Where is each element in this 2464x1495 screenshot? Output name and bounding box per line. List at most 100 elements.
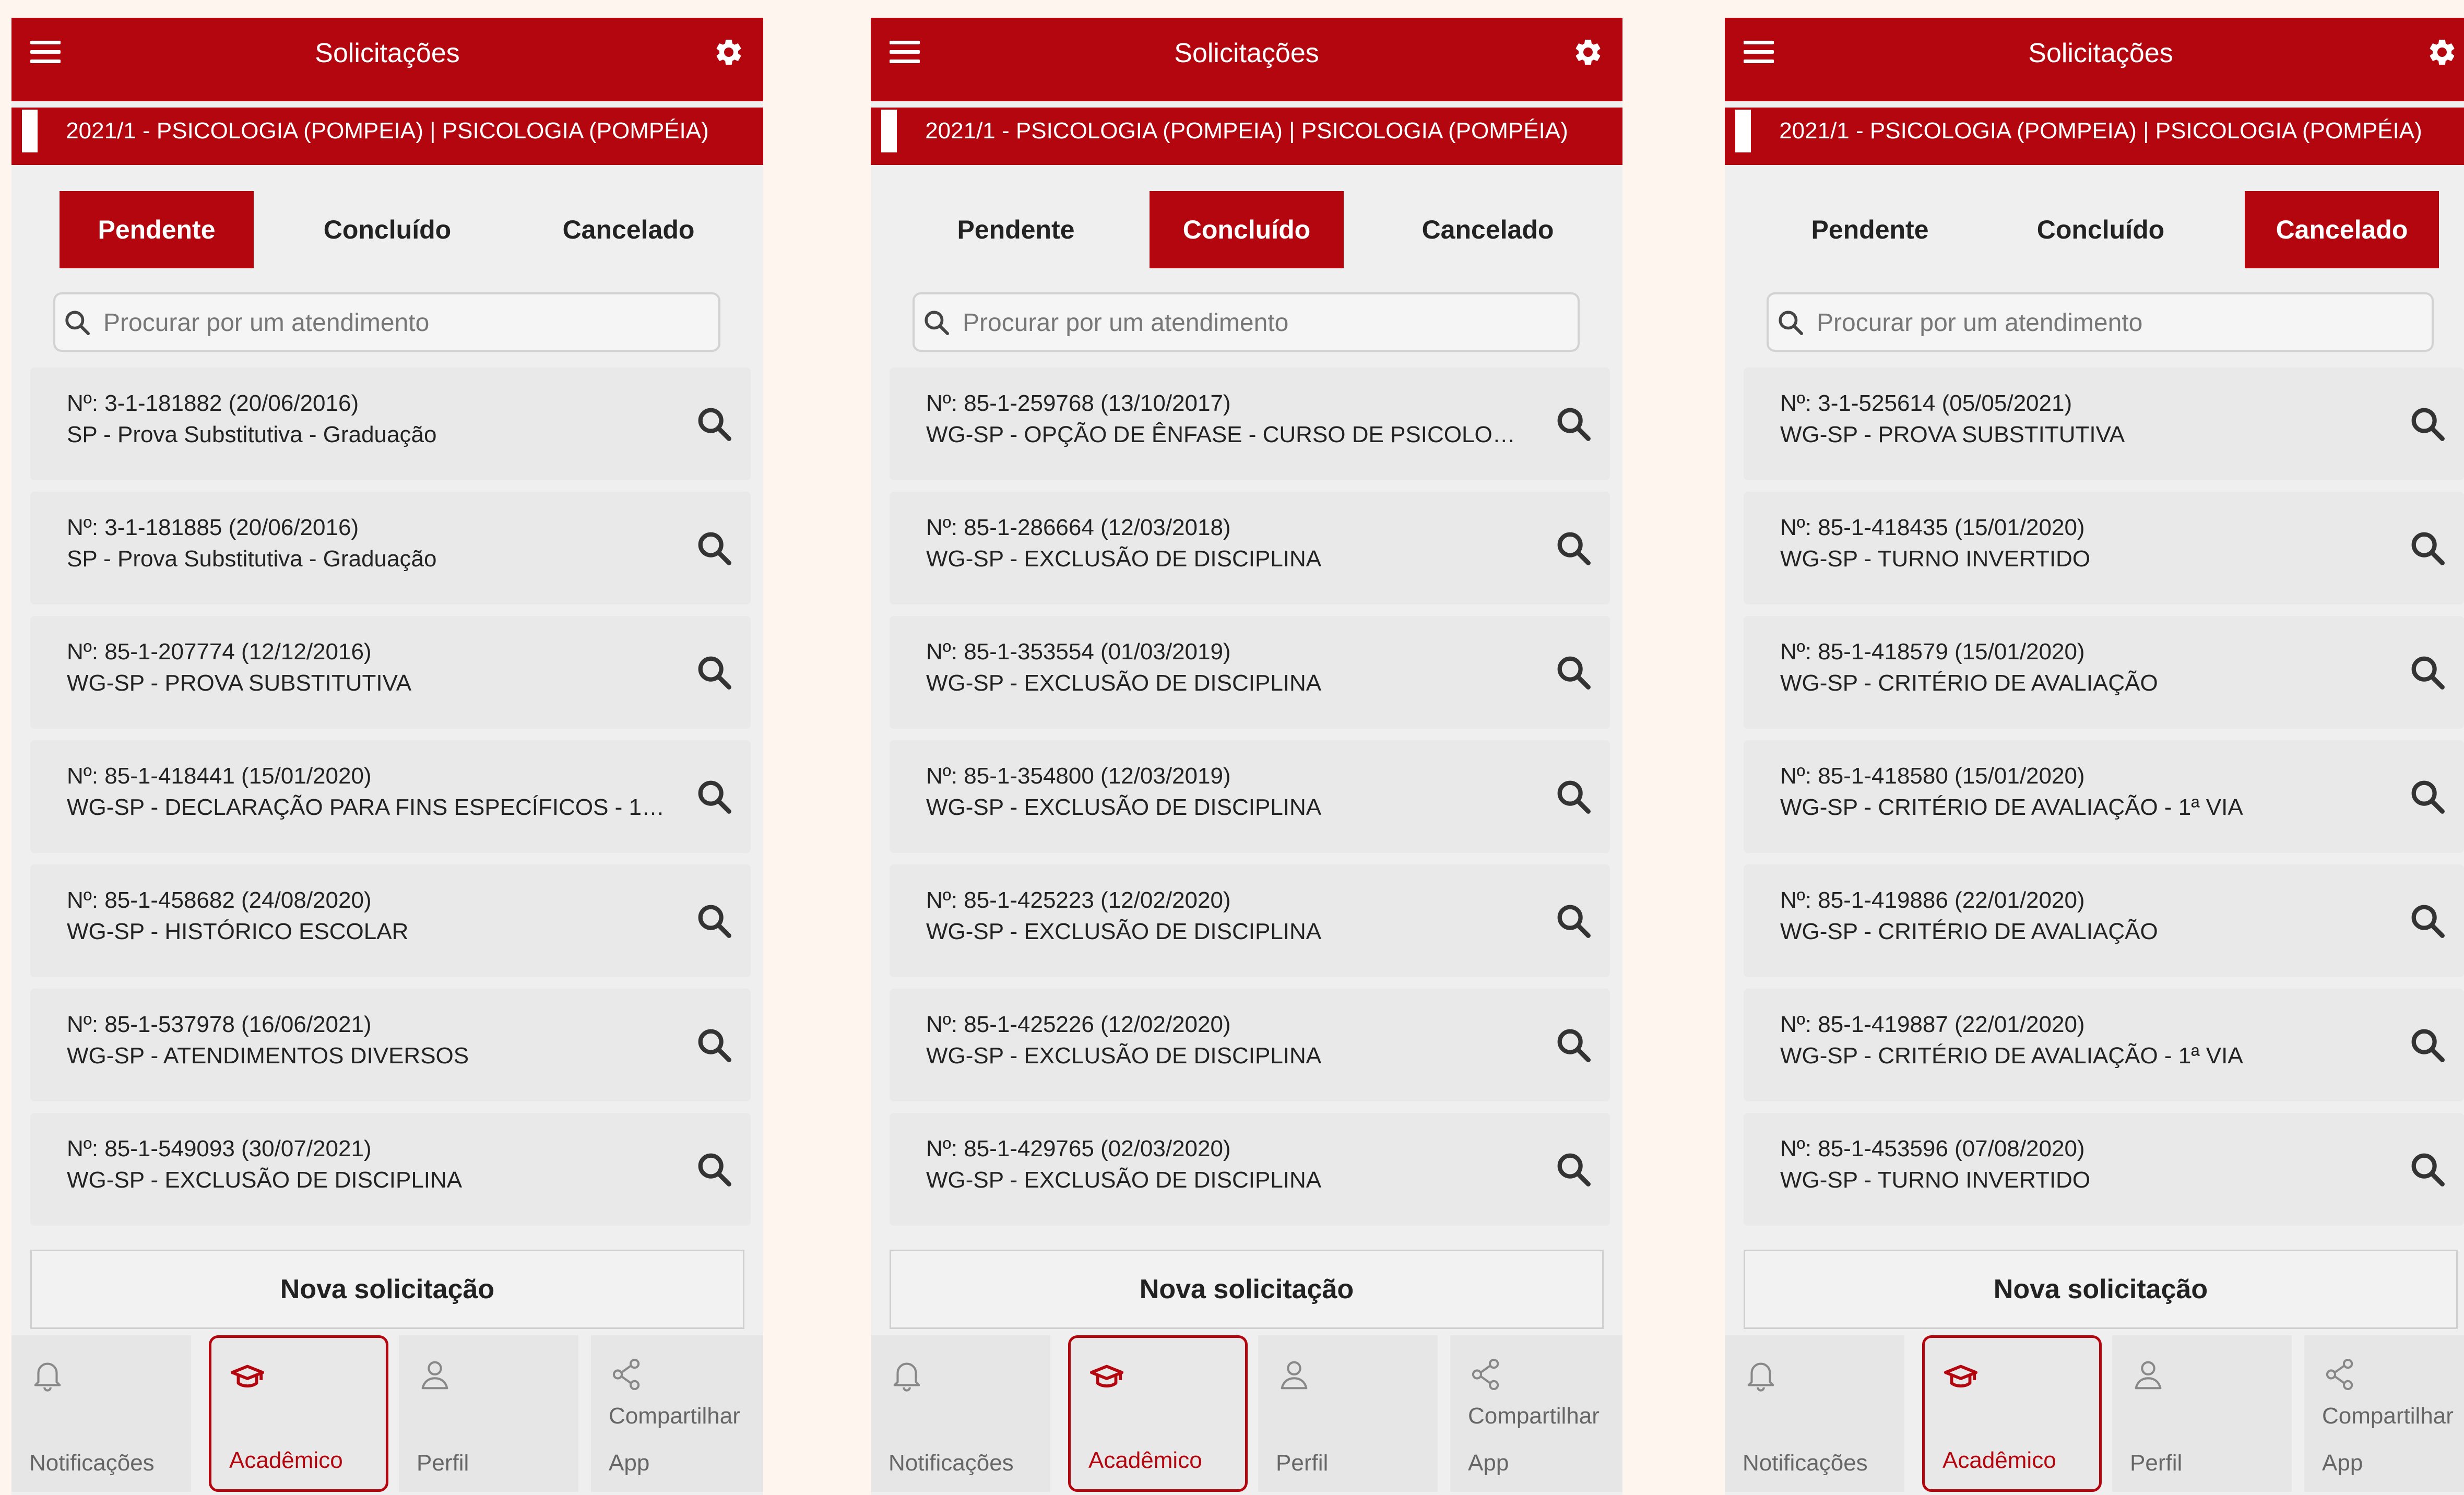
search-icon[interactable] [1554,404,1593,444]
request-number: Nº: 3-1-525614 (05/05/2021) [1780,390,2072,416]
nav-share[interactable]: Compartilhar App [1450,1335,1622,1492]
request-item[interactable]: Nº: 85-1-286664 (12/03/2018) WG-SP - EXC… [890,492,1610,604]
request-item[interactable]: Nº: 85-1-259768 (13/10/2017) WG-SP - OPÇ… [890,367,1610,480]
request-item[interactable]: Nº: 85-1-207774 (12/12/2016) WG-SP - PRO… [30,616,751,729]
search-icon[interactable] [2408,528,2447,568]
request-item[interactable]: Nº: 85-1-429765 (02/03/2020) WG-SP - EXC… [890,1113,1610,1226]
tab-pendente[interactable]: Pendente [919,191,1113,268]
request-description: SP - Prova Substitutiva - Graduação [67,422,437,447]
tab-pendente[interactable]: Pendente [1773,191,1967,268]
new-request-button[interactable]: Nova solicitação [1744,1250,2458,1329]
search-icon [1779,311,1804,336]
search-input[interactable] [962,301,1569,345]
tab-concluido[interactable]: Concluído [1150,191,1344,268]
nav-notifications[interactable]: Notificações [1725,1335,1904,1492]
request-item[interactable]: Nº: 85-1-353554 (01/03/2019) WG-SP - EXC… [890,616,1610,729]
tab-concluido[interactable]: Concluído [2004,191,2198,268]
gear-icon[interactable] [2426,37,2458,68]
search-icon[interactable] [694,1025,734,1065]
search-icon[interactable] [2408,1149,2447,1189]
search-icon[interactable] [2408,777,2447,816]
tab-pendente[interactable]: Pendente [60,191,254,268]
request-item[interactable]: Nº: 85-1-419887 (22/01/2020) WG-SP - CRI… [1744,989,2464,1101]
search-icon[interactable] [694,404,734,444]
nav-profile[interactable]: Perfil [399,1335,578,1492]
request-item[interactable]: Nº: 85-1-418441 (15/01/2020) WG-SP - DEC… [30,740,751,853]
search-icon[interactable] [694,528,734,568]
nav-academic[interactable]: Acadêmico [209,1335,388,1492]
nav-profile[interactable]: Perfil [1258,1335,1438,1492]
request-item[interactable]: Nº: 85-1-418579 (15/01/2020) WG-SP - CRI… [1744,616,2464,729]
gear-icon[interactable] [713,37,744,68]
nav-label: Acadêmico [1088,1447,1202,1473]
app-header: Solicitações [11,18,763,101]
nav-label: Perfil [1276,1450,1329,1476]
search-icon[interactable] [1554,1025,1593,1065]
search-input[interactable] [102,301,710,345]
nav-profile[interactable]: Perfil [2112,1335,2292,1492]
course-selector[interactable]: 2021/1 - PSICOLOGIA (POMPEIA) | PSICOLOG… [871,108,1622,165]
request-item[interactable]: Nº: 85-1-453596 (07/08/2020) WG-SP - TUR… [1744,1113,2464,1226]
gear-icon[interactable] [1572,37,1604,68]
search-icon[interactable] [2408,1025,2447,1065]
phone-screen-2: Solicitações 2021/1 - PSICOLOGIA (POMPEI… [871,18,1622,1495]
search-icon[interactable] [694,1149,734,1189]
course-label: 2021/1 - PSICOLOGIA (POMPEIA) | PSICOLOG… [925,118,1568,144]
page-title: Solicitações [1174,38,1319,68]
search-icon[interactable] [2408,404,2447,444]
nav-share[interactable]: Compartilhar App [2304,1335,2464,1492]
request-item[interactable]: Nº: 85-1-458682 (24/08/2020) WG-SP - HIS… [30,864,751,977]
search-icon[interactable] [1554,901,1593,941]
request-description: WG-SP - OPÇÃO DE ÊNFASE - CURSO DE PSICO… [926,422,1532,447]
course-selector[interactable]: 2021/1 - PSICOLOGIA (POMPEIA) | PSICOLOG… [11,108,763,165]
request-item[interactable]: Nº: 85-1-419886 (22/01/2020) WG-SP - CRI… [1744,864,2464,977]
tab-concluido[interactable]: Concluído [290,191,484,268]
search-icon[interactable] [694,652,734,692]
nav-academic[interactable]: Acadêmico [1922,1335,2102,1492]
request-number: Nº: 85-1-549093 (30/07/2021) [67,1136,372,1161]
request-item[interactable]: Nº: 3-1-181882 (20/06/2016) SP - Prova S… [30,367,751,480]
request-item[interactable]: Nº: 85-1-549093 (30/07/2021) WG-SP - EXC… [30,1113,751,1226]
request-list: Nº: 3-1-525614 (05/05/2021) WG-SP - PROV… [1744,367,2464,1237]
search-field[interactable] [53,292,720,352]
request-item[interactable]: Nº: 85-1-354800 (12/03/2019) WG-SP - EXC… [890,740,1610,853]
nav-label: Perfil [417,1450,469,1476]
request-item[interactable]: Nº: 3-1-525614 (05/05/2021) WG-SP - PROV… [1744,367,2464,480]
search-icon[interactable] [2408,901,2447,941]
request-item[interactable]: Nº: 85-1-425223 (12/02/2020) WG-SP - EXC… [890,864,1610,977]
nav-academic[interactable]: Acadêmico [1068,1335,1248,1492]
nav-label: Acadêmico [229,1447,343,1473]
tab-cancelado[interactable]: Cancelado [1391,191,1585,268]
request-item[interactable]: Nº: 85-1-418435 (15/01/2020) WG-SP - TUR… [1744,492,2464,604]
search-icon[interactable] [1554,777,1593,816]
request-description: WG-SP - ATENDIMENTOS DIVERSOS [67,1043,469,1069]
search-field[interactable] [1767,292,2434,352]
tab-cancelado[interactable]: Cancelado [531,191,726,268]
request-number: Nº: 3-1-181885 (20/06/2016) [67,515,359,540]
search-icon[interactable] [1554,652,1593,692]
request-item[interactable]: Nº: 85-1-425226 (12/02/2020) WG-SP - EXC… [890,989,1610,1101]
request-number: Nº: 85-1-286664 (12/03/2018) [926,515,1231,540]
tab-cancelado[interactable]: Cancelado [2245,191,2439,268]
search-icon[interactable] [1554,1149,1593,1189]
nav-share[interactable]: Compartilhar App [591,1335,763,1492]
search-icon[interactable] [1554,528,1593,568]
request-item[interactable]: Nº: 85-1-537978 (16/06/2021) WG-SP - ATE… [30,989,751,1101]
course-selector[interactable]: 2021/1 - PSICOLOGIA (POMPEIA) | PSICOLOG… [1725,108,2464,165]
search-input[interactable] [1816,301,2423,345]
search-icon[interactable] [694,901,734,941]
request-list: Nº: 3-1-181882 (20/06/2016) SP - Prova S… [30,367,751,1237]
search-icon[interactable] [694,777,734,816]
graduation-cap-icon [230,1365,265,1388]
new-request-button[interactable]: Nova solicitação [890,1250,1604,1329]
new-request-button[interactable]: Nova solicitação [30,1250,744,1329]
search-icon[interactable] [2408,652,2447,692]
request-item[interactable]: Nº: 3-1-181885 (20/06/2016) SP - Prova S… [30,492,751,604]
nav-notifications[interactable]: Notificações [871,1335,1050,1492]
request-number: Nº: 3-1-181882 (20/06/2016) [67,390,359,416]
nav-notifications[interactable]: Notificações [11,1335,191,1492]
request-item[interactable]: Nº: 85-1-418580 (15/01/2020) WG-SP - CRI… [1744,740,2464,853]
nav-label: Compartilhar App [609,1403,740,1476]
request-number: Nº: 85-1-458682 (24/08/2020) [67,887,372,913]
search-field[interactable] [913,292,1580,352]
